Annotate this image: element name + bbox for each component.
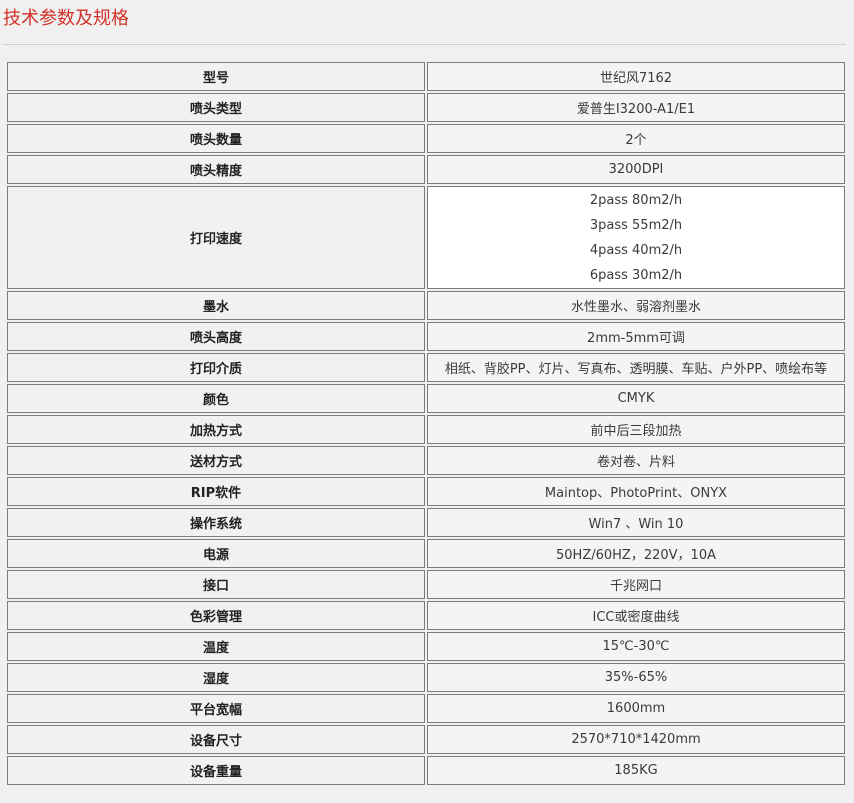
table-row: 操作系统 Win7 、Win 10: [7, 508, 845, 537]
spec-label: 型号: [7, 62, 425, 91]
spec-label: 接口: [7, 570, 425, 599]
speed-line: 6pass 30m2/h: [589, 267, 683, 283]
spec-page: 技术参数及规格 型号 世纪风7162 喷头类型 爱普生I3200-A1/E1 喷…: [0, 0, 854, 803]
table-row: 设备重量 185KG: [7, 756, 845, 785]
table-row: 颜色 CMYK: [7, 384, 845, 413]
spec-table: 型号 世纪风7162 喷头类型 爱普生I3200-A1/E1 喷头数量 2个 喷…: [5, 60, 847, 787]
table-row: 设备尺寸 2570*710*1420mm: [7, 725, 845, 754]
spec-value: 前中后三段加热: [427, 415, 845, 444]
speed-line: 4pass 40m2/h: [589, 242, 683, 258]
table-row: 温度 15℃-30℃: [7, 632, 845, 661]
table-row: 接口 千兆网口: [7, 570, 845, 599]
spec-value: 卷对卷、片料: [427, 446, 845, 475]
table-row: 打印速度 2pass 80m2/h 3pass 55m2/h 4pass 40m…: [7, 186, 845, 289]
spec-value: 千兆网口: [427, 570, 845, 599]
spec-label: 颜色: [7, 384, 425, 413]
spec-value: Maintop、PhotoPrint、ONYX: [427, 477, 845, 506]
spec-value: 世纪风7162: [427, 62, 845, 91]
spec-value: 15℃-30℃: [427, 632, 845, 661]
spec-label: 设备重量: [7, 756, 425, 785]
spec-value: 水性墨水、弱溶剂墨水: [427, 291, 845, 320]
spec-value: 35%-65%: [427, 663, 845, 692]
table-row: RIP软件 Maintop、PhotoPrint、ONYX: [7, 477, 845, 506]
spec-value: Win7 、Win 10: [427, 508, 845, 537]
table-row: 打印介质 相纸、背胶PP、灯片、写真布、透明膜、车贴、户外PP、喷绘布等: [7, 353, 845, 382]
spec-label: 喷头高度: [7, 322, 425, 351]
spec-label: 电源: [7, 539, 425, 568]
speed-line: 3pass 55m2/h: [589, 217, 683, 233]
spec-label: 操作系统: [7, 508, 425, 537]
spec-value: 相纸、背胶PP、灯片、写真布、透明膜、车贴、户外PP、喷绘布等: [427, 353, 845, 382]
spec-value: 185KG: [427, 756, 845, 785]
spec-label: 打印介质: [7, 353, 425, 382]
table-row: 平台宽幅 1600mm: [7, 694, 845, 723]
spec-value: CMYK: [427, 384, 845, 413]
speed-line: 2pass 80m2/h: [589, 192, 683, 208]
spec-label: 喷头数量: [7, 124, 425, 153]
spec-value: 2570*710*1420mm: [427, 725, 845, 754]
spec-label: 平台宽幅: [7, 694, 425, 723]
table-row: 送材方式 卷对卷、片料: [7, 446, 845, 475]
spec-label: 加热方式: [7, 415, 425, 444]
spec-label: RIP软件: [7, 477, 425, 506]
spec-label: 湿度: [7, 663, 425, 692]
spec-value: 2个: [427, 124, 845, 153]
spec-value: 3200DPI: [427, 155, 845, 184]
spec-label: 色彩管理: [7, 601, 425, 630]
table-row: 型号 世纪风7162: [7, 62, 845, 91]
table-row: 喷头高度 2mm-5mm可调: [7, 322, 845, 351]
spec-value: 50HZ/60HZ，220V，10A: [427, 539, 845, 568]
table-row: 喷头数量 2个: [7, 124, 845, 153]
spec-label: 喷头类型: [7, 93, 425, 122]
section-heading: 技术参数及规格: [3, 8, 129, 29]
spec-label: 送材方式: [7, 446, 425, 475]
heading-divider: [3, 44, 846, 45]
spec-label: 设备尺寸: [7, 725, 425, 754]
table-row: 喷头类型 爱普生I3200-A1/E1: [7, 93, 845, 122]
spec-value: 1600mm: [427, 694, 845, 723]
spec-value: ICC或密度曲线: [427, 601, 845, 630]
table-row: 墨水 水性墨水、弱溶剂墨水: [7, 291, 845, 320]
table-row: 色彩管理 ICC或密度曲线: [7, 601, 845, 630]
spec-label: 温度: [7, 632, 425, 661]
spec-value-multiline: 2pass 80m2/h 3pass 55m2/h 4pass 40m2/h 6…: [427, 186, 845, 289]
table-row: 湿度 35%-65%: [7, 663, 845, 692]
table-row: 喷头精度 3200DPI: [7, 155, 845, 184]
table-row: 加热方式 前中后三段加热: [7, 415, 845, 444]
table-row: 电源 50HZ/60HZ，220V，10A: [7, 539, 845, 568]
spec-value: 爱普生I3200-A1/E1: [427, 93, 845, 122]
spec-value: 2mm-5mm可调: [427, 322, 845, 351]
spec-label: 打印速度: [7, 186, 425, 289]
spec-label: 墨水: [7, 291, 425, 320]
spec-label: 喷头精度: [7, 155, 425, 184]
